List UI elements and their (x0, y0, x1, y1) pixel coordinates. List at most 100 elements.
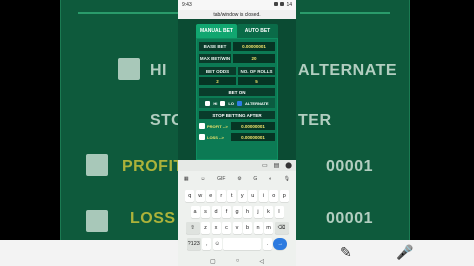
status-time: 9:43 (182, 2, 192, 8)
key-o[interactable]: o (269, 190, 279, 202)
stop-betting-header: STOP BETTING AFTER (199, 111, 275, 119)
profit-row: PROFIT --> 0.00000001 (197, 122, 277, 130)
background-profit-text: PROFIT (122, 158, 184, 175)
alternate-checkbox[interactable] (236, 100, 242, 106)
key-p[interactable]: p (279, 190, 289, 202)
key-x[interactable]: x (211, 222, 221, 234)
key-v[interactable]: v (232, 222, 242, 234)
grid-icon[interactable]: ▦ (184, 176, 189, 182)
screen: HI ALTERNATE STO TER PROFIT 00001 LOSS 0… (0, 0, 474, 266)
system-nav-bar: ▢ ○ ◁ (178, 256, 296, 266)
lo-checkbox[interactable] (220, 100, 226, 106)
keyboard-row-1: q w e r t y u i o p (178, 190, 296, 202)
hi-checkbox[interactable] (205, 100, 211, 106)
emoji-key[interactable]: ☺ (212, 238, 222, 250)
bet-on-options: HI LO ALTERNATE (199, 98, 275, 108)
key-g[interactable]: g (232, 206, 242, 218)
status-icons: 14 (274, 2, 292, 8)
key-m[interactable]: m (264, 222, 273, 234)
symbols-key[interactable]: ?123 (186, 238, 201, 250)
enter-key[interactable]: → (273, 238, 288, 250)
key-y[interactable]: y (237, 190, 247, 202)
keyboard-location-icon[interactable]: ⬤ (285, 162, 292, 169)
key-s[interactable]: s (201, 206, 210, 218)
translate-icon[interactable]: G (253, 176, 257, 182)
key-d[interactable]: d (211, 206, 221, 218)
recents-icon[interactable]: ▢ (210, 258, 216, 265)
bet-odds-column: BET ODDS 2 (199, 67, 236, 85)
key-n[interactable]: n (253, 222, 263, 234)
gif-button[interactable]: GIF (217, 176, 225, 182)
key-f[interactable]: f (222, 206, 231, 218)
keyboard-suggestion-bar: ▦ ☺ GIF ⚙ G ◐ 🎙 (178, 174, 296, 184)
key-j[interactable]: j (253, 206, 263, 218)
key-t[interactable]: t (227, 190, 237, 202)
key-q[interactable]: q (185, 190, 195, 202)
palette-icon[interactable]: ◐ (269, 176, 272, 182)
background-loss-value: 00001 (326, 210, 373, 227)
settings-icon[interactable]: ⚙ (237, 176, 241, 182)
period-key[interactable]: . (262, 238, 272, 250)
wifi-icon (280, 2, 285, 6)
background-mic-icon: 🎤 (396, 244, 414, 260)
base-bet-row: BASE BET 0.00000001 (197, 42, 277, 51)
keyboard-row-3: ⇧ z x c v b n m ⌫ (178, 222, 296, 234)
keyboard-row-2: a s d f g h j k l (178, 206, 296, 218)
keyboard-paste-icon[interactable]: ▤ (274, 162, 280, 169)
hi-label: HI (213, 100, 218, 106)
keyboard-camera-icon[interactable]: ▭ (262, 162, 268, 169)
background-alternate-text: ALTERNATE (298, 62, 398, 79)
loss-label: LOSS --> (207, 134, 225, 140)
key-c[interactable]: c (222, 222, 231, 234)
key-b[interactable]: b (243, 222, 252, 234)
background-checkbox (86, 154, 108, 176)
key-r[interactable]: r (216, 190, 226, 202)
max-bet-label: MAX BET/WIN (199, 54, 231, 63)
emoji-icon[interactable]: ☺ (200, 176, 205, 182)
comma-key[interactable]: , (202, 238, 212, 250)
home-icon[interactable]: ○ (236, 258, 240, 264)
background-loss-text: LOSS (130, 210, 176, 227)
battery-level: 14 (286, 2, 292, 8)
loss-checkbox[interactable] (199, 134, 205, 140)
key-a[interactable]: a (190, 206, 200, 218)
soft-keyboard: ▭ ▤ ⬤ ▦ ☺ GIF ⚙ G ◐ 🎙 q w e r t y u i o … (178, 160, 296, 266)
key-i[interactable]: i (258, 190, 268, 202)
background-profit-value: 00001 (326, 158, 373, 175)
bet-odds-input[interactable]: 2 (199, 77, 236, 85)
rolls-input[interactable]: 5 (238, 77, 275, 85)
keyboard-row-4: ?123 , ☺ . → (178, 238, 296, 250)
odds-rolls-row: BET ODDS 2 NO. OF ROLLS 5 (197, 67, 277, 85)
profit-label: PROFIT --> (207, 123, 228, 129)
key-l[interactable]: l (274, 206, 284, 218)
closed-notice: tab/window is closed. (178, 10, 296, 19)
status-bar: 9:43 14 (178, 0, 296, 10)
background-checkbox (118, 58, 140, 80)
shift-key[interactable]: ⇧ (185, 222, 200, 234)
key-u[interactable]: u (248, 190, 258, 202)
max-bet-input[interactable]: 20 (233, 54, 275, 63)
signal-icon (274, 2, 279, 6)
mic-icon[interactable]: 🎙 (284, 176, 290, 182)
bet-tabs: MANUAL BET AUTO BET (196, 24, 278, 38)
keyboard-toolbar: ▭ ▤ ⬤ (178, 160, 296, 171)
lo-label: LO (228, 100, 234, 106)
key-w[interactable]: w (195, 190, 205, 202)
tab-auto-bet[interactable]: AUTO BET (237, 24, 278, 38)
base-bet-label: BASE BET (199, 42, 231, 51)
backspace-key[interactable]: ⌫ (274, 222, 289, 234)
tab-manual-bet[interactable]: MANUAL BET (196, 24, 237, 38)
rolls-label: NO. OF ROLLS (238, 67, 275, 75)
key-z[interactable]: z (201, 222, 210, 234)
background-bar (78, 12, 178, 14)
key-e[interactable]: e (206, 190, 216, 202)
base-bet-input[interactable]: 0.00000001 (233, 42, 275, 51)
key-k[interactable]: k (264, 206, 273, 218)
background-hi-text: HI (150, 62, 167, 79)
profit-input[interactable]: 0.00000001 (231, 122, 275, 130)
back-icon[interactable]: ◁ (259, 258, 264, 265)
loss-input[interactable]: 0.00000001 (231, 133, 275, 141)
key-h[interactable]: h (243, 206, 252, 218)
space-key[interactable] (223, 238, 262, 250)
profit-checkbox[interactable] (199, 123, 205, 129)
